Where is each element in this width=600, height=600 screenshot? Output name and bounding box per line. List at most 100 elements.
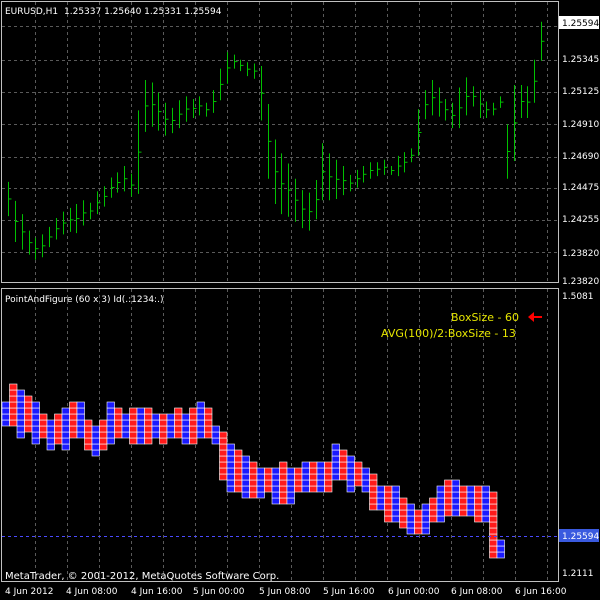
pnf-o-box [1, 413, 10, 421]
pnf-x-box [489, 503, 498, 511]
pnf-o-box [286, 491, 295, 499]
pnf-o-box [91, 431, 100, 439]
pnf-x-box [24, 419, 33, 427]
pnf-o-box [16, 389, 25, 397]
time-axis-label: 5 Jun 08:00 [259, 587, 311, 597]
pnf-o-box [466, 485, 475, 493]
chart-canvas[interactable]: 1.25594 1.25345 1.25125 1.24910 1.24690 1.244… [0, 0, 600, 600]
pnf-o-box [406, 515, 415, 523]
pnf-o-box [391, 503, 400, 511]
pnf-x-box [339, 467, 348, 475]
pnf-o-box [91, 425, 100, 433]
pnf-o-box [166, 413, 175, 421]
pnf-o-box [256, 467, 265, 475]
pnf-x-box [384, 497, 393, 505]
price-label: 1.24690 [562, 152, 599, 162]
pnf-x-box [114, 407, 123, 415]
pnf-x-box [369, 479, 378, 487]
pnf-o-box [121, 419, 130, 427]
pnf-x-box [219, 455, 228, 463]
pnf-x-box [399, 509, 408, 517]
pnf-o-box [256, 473, 265, 481]
pnf-x-box [444, 503, 453, 511]
pnf-o-box [346, 479, 355, 487]
pnf-o-box [121, 425, 130, 433]
pnf-x-box [99, 431, 108, 439]
pnf-x-box [144, 407, 153, 415]
pnf-x-box [189, 431, 198, 439]
pnf-o-box [301, 467, 310, 475]
price-bars[interactable] [8, 21, 545, 260]
pnf-x-box [234, 485, 243, 493]
pnf-o-box [451, 509, 460, 517]
pnf-o-box [181, 437, 190, 445]
pnf-x-box [489, 497, 498, 505]
pnf-o-box [226, 473, 235, 481]
axis-labels: 1.25594 1.25345 1.25125 1.24910 1.24690 1.244… [5, 55, 599, 597]
pnf-o-box [331, 461, 340, 469]
pnf-o-box [436, 503, 445, 511]
pnf-x-box [279, 491, 288, 499]
pnf-x-box [129, 413, 138, 421]
pnf-last-price-label: 1.25594 [562, 532, 599, 542]
pnf-x-box [174, 419, 183, 427]
time-axis-label: 6 Jun 16:00 [515, 587, 567, 597]
pnf-x-box [99, 443, 108, 451]
pnf-x-box [324, 461, 333, 469]
pnf-x-box [54, 437, 63, 445]
pnf-x-box [99, 425, 108, 433]
pnf-o-box [391, 515, 400, 523]
pnf-x-box [474, 491, 483, 499]
pnf-o-box [466, 497, 475, 505]
pnf-o-box [376, 491, 385, 499]
pnf-x-box [234, 467, 243, 475]
pnf-x-box [234, 479, 243, 487]
pnf-x-box [219, 443, 228, 451]
time-axis-label: 4 Jun 2012 [5, 587, 53, 597]
pnf-o-box [241, 479, 250, 487]
pnf-x-box [309, 461, 318, 469]
pnf-x-box [9, 407, 18, 415]
pnf-x-box [399, 503, 408, 511]
pnf-x-box [9, 401, 18, 409]
pnf-o-box [451, 503, 460, 511]
pnf-o-box [106, 401, 115, 409]
pnf-o-box [271, 491, 280, 499]
pnf-boxes[interactable] [1, 383, 505, 559]
pnf-x-box [159, 413, 168, 421]
pnf-x-box [69, 413, 78, 421]
pnf-x-box [294, 467, 303, 475]
pnf-x-box [489, 539, 498, 547]
pnf-o-box [226, 449, 235, 457]
pnf-o-box [1, 407, 10, 415]
pnf-o-box [301, 473, 310, 481]
pnf-o-box [286, 497, 295, 505]
pnf-x-box [24, 413, 33, 421]
pnf-x-box [279, 473, 288, 481]
pnf-o-box [496, 545, 505, 553]
symbol-title: EURUSD,H1 [5, 7, 58, 17]
pnf-o-box [436, 485, 445, 493]
pnf-x-box [204, 413, 213, 421]
pnf-o-box [76, 425, 85, 433]
pnf-o-box [196, 407, 205, 415]
pnf-o-box [346, 473, 355, 481]
pnf-x-box [39, 431, 48, 439]
pnf-o-box [391, 485, 400, 493]
pnf-x-box [114, 413, 123, 421]
pnf-o-box [106, 407, 115, 415]
pnf-x-box [459, 485, 468, 493]
pnf-o-box [346, 461, 355, 469]
pnf-x-box [99, 419, 108, 427]
pnf-x-box [489, 491, 498, 499]
pnf-x-box [489, 521, 498, 529]
pnf-x-box [489, 509, 498, 517]
pnf-o-box [151, 419, 160, 427]
pnf-o-box [271, 479, 280, 487]
pnf-o-box [121, 431, 130, 439]
pnf-o-box [316, 479, 325, 487]
pnf-o-box [61, 425, 70, 433]
pnf-x-box [279, 467, 288, 475]
pnf-o-box [256, 485, 265, 493]
pnf-o-box [331, 443, 340, 451]
